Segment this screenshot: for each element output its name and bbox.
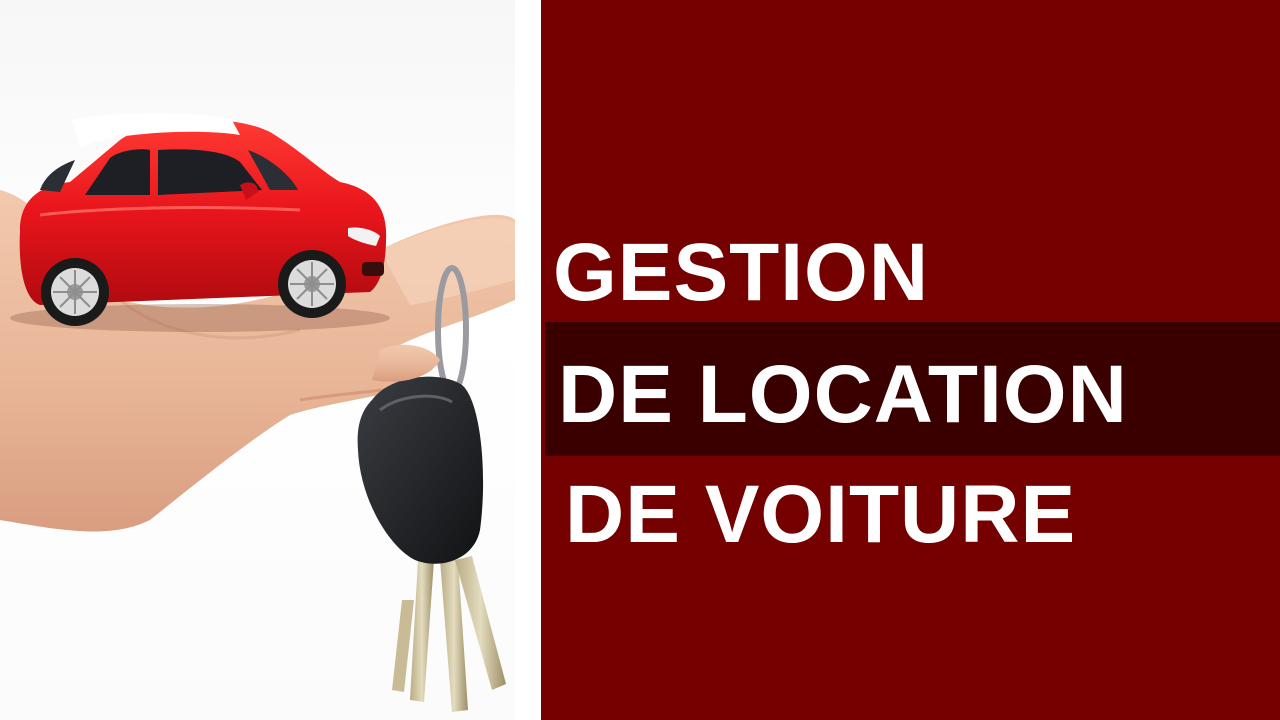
title-line-3: DE VOITURE [565,469,1077,560]
thumbnail: GESTION DE LOCATION DE VOITURE [0,0,1280,720]
car-keys-photo [0,0,515,720]
key-blades [392,556,506,712]
key-fob [357,376,484,564]
red-toy-car [19,113,387,326]
white-divider [515,0,541,720]
title-line-2: DE LOCATION [558,349,1128,440]
title-panel: GESTION DE LOCATION DE VOITURE [541,0,1280,720]
title-line-1: GESTION [553,227,930,318]
hand-car-keys-illustration [0,113,515,712]
